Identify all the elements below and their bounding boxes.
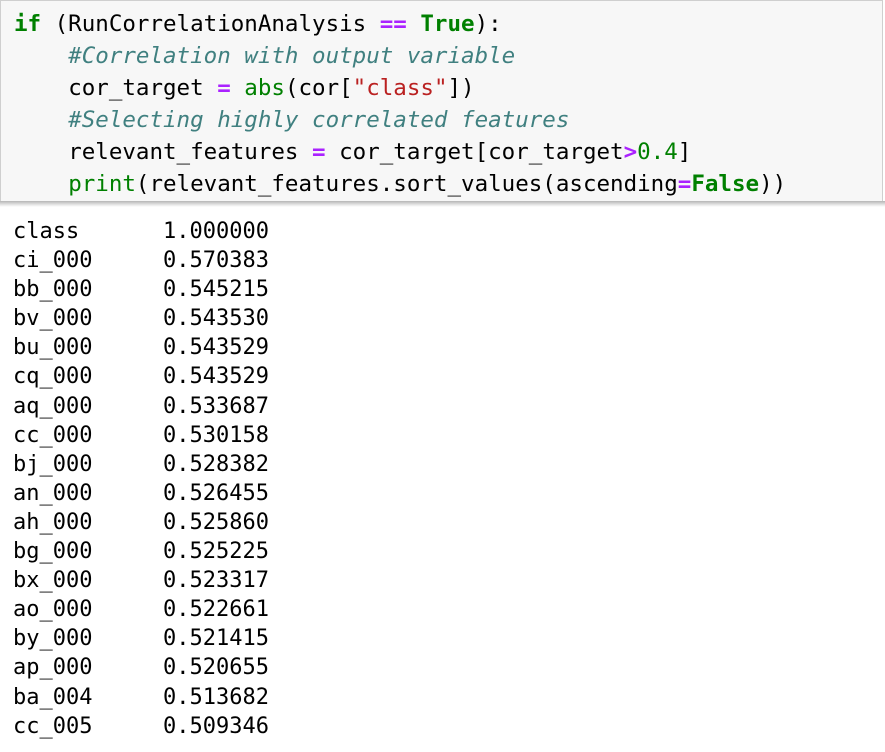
string-literal: "class" bbox=[352, 75, 448, 101]
keyword-true: True bbox=[420, 11, 475, 37]
operator-assign: = bbox=[217, 75, 231, 101]
correlation-value: 0.520655 bbox=[163, 655, 269, 681]
feature-name: bj_000 bbox=[13, 451, 93, 477]
cell-divider-shadow bbox=[0, 201, 885, 207]
output-row: bg_000 0.525225 bbox=[13, 537, 873, 566]
output-row: ap_000 0.520655 bbox=[13, 653, 873, 682]
code-line-3: cor_target = abs(cor["class"]) bbox=[14, 73, 475, 103]
output-row: class 1.000000 bbox=[13, 217, 873, 246]
keyword-if: if bbox=[14, 11, 42, 37]
correlation-value: 0.523317 bbox=[163, 568, 269, 594]
code-line-2: #Correlation with output variable bbox=[14, 41, 515, 71]
output-row: cc_000 0.530158 bbox=[13, 421, 873, 450]
code-line-5: relevant_features = cor_target[cor_targe… bbox=[14, 137, 691, 167]
code-text: ]) bbox=[447, 75, 475, 101]
output-row: by_000 0.521415 bbox=[13, 624, 873, 653]
code-line-4: #Selecting highly correlated features bbox=[14, 105, 569, 135]
feature-name: ba_004 bbox=[13, 684, 93, 710]
correlation-value: 0.528382 bbox=[163, 451, 269, 477]
builtin-print: print bbox=[68, 171, 136, 197]
output-row: an_000 0.526455 bbox=[13, 479, 873, 508]
keyword-false: False bbox=[691, 171, 760, 197]
feature-name: cq_000 bbox=[13, 364, 93, 390]
code-text: (RunCorrelationAnalysis bbox=[41, 11, 380, 37]
number-literal: 0.4 bbox=[637, 139, 678, 165]
output-row: aq_000 0.533687 bbox=[13, 392, 873, 421]
correlation-value: 0.543529 bbox=[163, 335, 269, 361]
feature-name: bb_000 bbox=[13, 277, 93, 303]
output-row: bb_000 0.545215 bbox=[13, 275, 873, 304]
feature-name: ao_000 bbox=[13, 597, 93, 623]
feature-name: by_000 bbox=[13, 626, 93, 652]
code-input-cell[interactable]: if (RunCorrelationAnalysis == True): #Co… bbox=[0, 0, 883, 202]
correlation-value: 0.509346 bbox=[163, 713, 269, 739]
output-row: ah_000 0.525860 bbox=[13, 508, 873, 537]
feature-name: ci_000 bbox=[13, 248, 93, 274]
output-row: cq_000 0.543529 bbox=[13, 362, 873, 391]
builtin-abs: abs bbox=[244, 75, 285, 101]
correlation-value: 0.525860 bbox=[163, 509, 269, 535]
cell-output-area: class 1.000000 ci_000 0.570383 bb_000 0.54521… bbox=[13, 217, 873, 741]
code-text: ): bbox=[474, 11, 502, 37]
correlation-value: 0.513682 bbox=[163, 684, 269, 710]
correlation-value: 0.530158 bbox=[163, 422, 269, 448]
feature-name: bx_000 bbox=[13, 568, 93, 594]
code-text: )) bbox=[759, 171, 787, 197]
feature-name: class bbox=[13, 219, 80, 244]
correlation-value: 0.533687 bbox=[163, 393, 269, 419]
feature-name: an_000 bbox=[13, 480, 93, 506]
operator-equals: == bbox=[379, 11, 407, 37]
correlation-value: 0.570383 bbox=[163, 248, 269, 274]
correlation-value: 0.543529 bbox=[163, 364, 269, 390]
feature-name: bu_000 bbox=[13, 335, 93, 361]
code-text: cor_target bbox=[68, 75, 218, 101]
output-row: bx_000 0.523317 bbox=[13, 566, 873, 595]
output-row: cc_005 0.509346 bbox=[13, 712, 873, 741]
feature-name: ah_000 bbox=[13, 509, 93, 535]
code-text: (relevant_features.sort_values(ascending bbox=[135, 171, 678, 197]
feature-name: aq_000 bbox=[13, 393, 93, 419]
feature-name: cc_000 bbox=[13, 422, 93, 448]
code-text: relevant_features bbox=[68, 139, 313, 165]
code-line-1: if (RunCorrelationAnalysis == True): bbox=[14, 9, 502, 39]
feature-name: bv_000 bbox=[13, 306, 93, 332]
correlation-value: 0.545215 bbox=[163, 277, 269, 303]
output-row: ci_000 0.570383 bbox=[13, 246, 873, 275]
output-row: bj_000 0.528382 bbox=[13, 450, 873, 479]
feature-name: bg_000 bbox=[13, 539, 93, 565]
correlation-value: 0.543530 bbox=[163, 306, 269, 332]
correlation-value: 0.521415 bbox=[163, 626, 269, 652]
code-text: ] bbox=[677, 139, 692, 165]
feature-name: ap_000 bbox=[13, 655, 93, 681]
correlation-value: 0.525225 bbox=[163, 539, 269, 565]
output-row: bv_000 0.543530 bbox=[13, 304, 873, 333]
code-comment: #Correlation with output variable bbox=[68, 43, 516, 69]
output-row: ao_000 0.522661 bbox=[13, 595, 873, 624]
operator-assign: = bbox=[312, 139, 326, 165]
operator-assign: = bbox=[677, 171, 692, 197]
operator-greater-than: > bbox=[623, 139, 638, 165]
correlation-value: 1.000000 bbox=[163, 219, 269, 244]
output-row: ba_004 0.513682 bbox=[13, 683, 873, 712]
feature-name: cc_005 bbox=[13, 713, 93, 739]
correlation-value: 0.526455 bbox=[163, 480, 269, 506]
code-text: (cor[ bbox=[284, 75, 353, 101]
code-line-6: print(relevant_features.sort_values(asce… bbox=[14, 169, 786, 199]
code-comment: #Selecting highly correlated features bbox=[68, 107, 570, 133]
output-row: bu_000 0.543529 bbox=[13, 333, 873, 362]
code-text: cor_target[cor_target bbox=[325, 139, 624, 165]
correlation-value: 0.522661 bbox=[163, 597, 269, 623]
